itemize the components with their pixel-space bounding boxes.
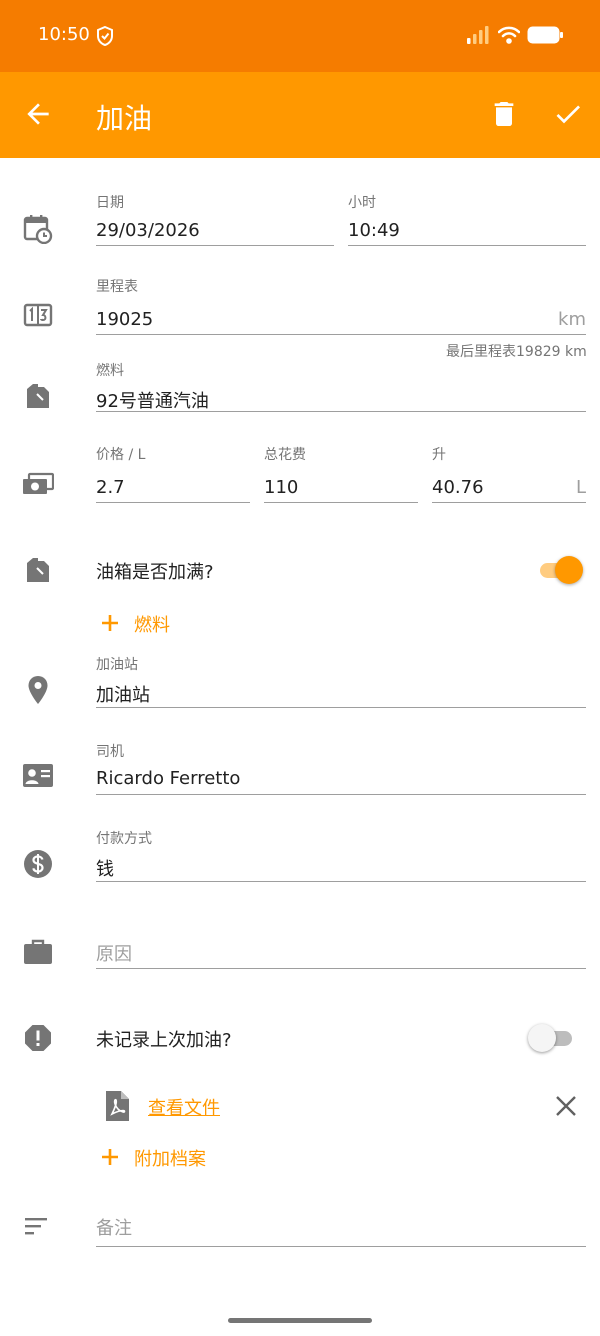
battery-icon — [527, 26, 563, 44]
date-field[interactable]: 日期 29/03/2026 — [96, 192, 334, 248]
odometer-field[interactable]: 里程表 19025 km — [96, 276, 586, 336]
fuel-field[interactable]: 燃料 92号普通汽油 — [96, 360, 586, 414]
odometer-label: 里程表 — [96, 279, 138, 295]
pdf-file-icon — [106, 1091, 129, 1121]
total-field[interactable]: 总花费 110 — [264, 444, 418, 504]
driver-field[interactable]: 司机 Ricardo Ferretto — [96, 741, 586, 797]
notes-underline — [96, 1246, 586, 1247]
plus-icon — [102, 615, 118, 631]
add-fuel-label: 燃料 — [134, 615, 170, 636]
liters-value: 40.76 — [432, 477, 484, 498]
station-value: 加油站 — [96, 685, 150, 706]
close-icon[interactable] — [554, 1094, 578, 1118]
price-label: 价格 / L — [96, 447, 146, 463]
add-fuel-button[interactable]: 燃料 — [98, 608, 218, 638]
price-field[interactable]: 价格 / L 2.7 — [96, 444, 250, 504]
date-label: 日期 — [96, 195, 124, 211]
signal-icon — [467, 26, 489, 44]
payment-underline — [96, 881, 586, 882]
price-underline — [96, 502, 250, 503]
date-underline — [96, 245, 334, 246]
view-file-link[interactable]: 查看文件 — [148, 1094, 220, 1120]
time-label: 小时 — [348, 195, 376, 211]
plus-icon — [102, 1149, 118, 1165]
price-value: 2.7 — [96, 477, 125, 498]
page-title: 加油 — [96, 102, 153, 135]
odometer-helper: 最后里程表19829 km — [446, 344, 587, 360]
odometer-underline — [96, 334, 586, 335]
full-tank-switch[interactable] — [536, 556, 584, 584]
full-tank-label: 油箱是否加满? — [96, 562, 214, 583]
location-pin-icon — [22, 674, 54, 706]
liters-label: 升 — [432, 447, 446, 463]
id-card-icon — [22, 760, 54, 792]
reason-underline — [96, 968, 586, 969]
station-label: 加油站 — [96, 657, 138, 673]
missed-refuel-switch[interactable] — [528, 1024, 576, 1052]
trash-icon[interactable] — [488, 98, 520, 130]
attach-file-label: 附加档案 — [134, 1149, 206, 1170]
status-bar: 10:50 — [0, 0, 600, 72]
fuel-can-icon — [22, 554, 54, 586]
briefcase-icon — [22, 936, 54, 968]
reason-placeholder: 原因 — [96, 944, 132, 965]
time-value: 10:49 — [348, 220, 400, 241]
station-underline — [96, 707, 586, 708]
driver-underline — [96, 794, 586, 795]
missed-refuel-label: 未记录上次加油? — [96, 1030, 232, 1051]
switch-thumb — [528, 1024, 556, 1052]
wifi-icon — [498, 26, 520, 44]
home-indicator[interactable] — [228, 1318, 372, 1323]
checkmark-icon[interactable] — [552, 98, 584, 130]
notes-field[interactable]: 备注 — [96, 1212, 586, 1248]
attach-file-button[interactable]: 附加档案 — [98, 1142, 258, 1172]
notes-placeholder: 备注 — [96, 1218, 132, 1239]
driver-label: 司机 — [96, 744, 124, 760]
payment-label: 付款方式 — [96, 831, 152, 847]
total-underline — [264, 502, 418, 503]
odometer-value: 19025 — [96, 309, 154, 330]
fuel-underline — [96, 411, 586, 412]
calendar-clock-icon — [22, 212, 54, 245]
alert-octagon-icon — [22, 1022, 54, 1054]
time-underline — [348, 245, 586, 246]
total-value: 110 — [264, 477, 299, 498]
payment-field[interactable]: 付款方式 钱 — [96, 828, 586, 884]
cash-icon — [22, 468, 55, 500]
odometer-icon — [22, 300, 54, 332]
shield-icon — [97, 26, 113, 46]
fuel-value: 92号普通汽油 — [96, 391, 209, 412]
payment-value: 钱 — [96, 859, 114, 880]
fuel-label: 燃料 — [96, 363, 124, 379]
status-time: 10:50 — [38, 24, 90, 45]
app-bar: 加油 — [0, 72, 600, 158]
switch-thumb — [555, 556, 583, 584]
date-value: 29/03/2026 — [96, 220, 200, 241]
reason-field[interactable]: 原因 — [96, 938, 586, 972]
liters-field[interactable]: 升 40.76 L — [432, 444, 586, 504]
total-label: 总花费 — [264, 447, 306, 463]
notes-sort-icon — [22, 1210, 54, 1242]
driver-value: Ricardo Ferretto — [96, 768, 241, 789]
liters-underline — [432, 502, 586, 503]
back-arrow-icon[interactable] — [22, 98, 54, 130]
dollar-circle-icon — [22, 848, 54, 880]
odometer-unit: km — [558, 309, 586, 330]
fuel-can-icon — [22, 380, 54, 412]
liters-unit: L — [575, 477, 586, 498]
station-field[interactable]: 加油站 加油站 — [96, 654, 586, 710]
time-field[interactable]: 小时 10:49 — [348, 192, 586, 248]
